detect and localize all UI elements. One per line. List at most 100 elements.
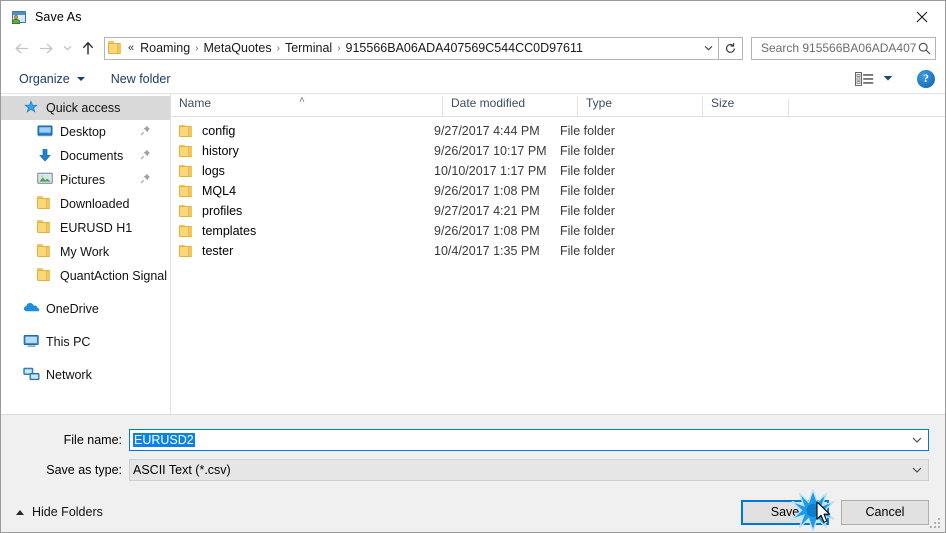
folder-icon — [179, 164, 194, 178]
sort-ascending-icon: ˄ — [299, 95, 305, 106]
sidebar-item-downloaded[interactable]: Downloaded — [1, 192, 170, 216]
address-bar[interactable]: « Roaming › MetaQuotes › Terminal › 9155… — [104, 36, 719, 60]
column-header-name[interactable]: ˄ Name — [171, 96, 442, 116]
pin-icon — [140, 125, 151, 139]
arrow-right-icon — [40, 43, 53, 53]
sidebar-item-this-pc[interactable]: This PC — [1, 330, 170, 354]
sidebar-item-documents[interactable]: Documents — [1, 144, 170, 168]
sidebar-item-label: This PC — [46, 335, 91, 349]
navigation-bar: « Roaming › MetaQuotes › Terminal › 9155… — [1, 32, 945, 64]
folder-icon — [179, 124, 194, 138]
sidebar-item-onedrive[interactable]: OneDrive — [1, 297, 170, 321]
table-row[interactable]: tester 10/4/2017 1:35 PM File folder — [171, 241, 945, 261]
help-button[interactable]: ? — [917, 69, 935, 88]
save-button[interactable]: Save — [741, 499, 829, 525]
organize-label: Organize — [19, 71, 70, 86]
search-box[interactable] — [751, 36, 936, 60]
sidebar-item-my-work[interactable]: My Work — [1, 240, 170, 264]
file-date-cell: 9/27/2017 4:44 PM — [434, 124, 540, 138]
desktop-icon — [37, 124, 54, 140]
chevron-down-icon — [912, 437, 922, 443]
dialog-body: Quick access Desktop Documents Pictures … — [1, 94, 945, 414]
folder-icon — [108, 41, 124, 55]
view-options-button[interactable] — [879, 67, 897, 91]
file-name-cell: profiles — [171, 204, 434, 218]
sidebar-item-desktop[interactable]: Desktop — [1, 120, 170, 144]
column-header-type-label: Type — [586, 96, 613, 110]
table-row[interactable]: logs 10/10/2017 1:17 PM File folder — [171, 161, 945, 181]
folder-icon — [37, 196, 54, 212]
column-header-date-modified[interactable]: Date modified — [442, 96, 577, 116]
table-row[interactable]: profiles 9/27/2017 4:21 PM File folder — [171, 201, 945, 221]
table-row[interactable]: templates 9/26/2017 1:08 PM File folder — [171, 221, 945, 241]
file-name-value-wrap: EURUSD2 — [130, 433, 906, 447]
sidebar-group-divider — [1, 354, 170, 363]
table-row[interactable]: history 9/26/2017 10:17 PM File folder — [171, 141, 945, 161]
save-as-type-select[interactable]: ASCII Text (*.csv) — [129, 459, 929, 481]
pin-icon — [140, 149, 151, 163]
file-date-cell: 9/26/2017 10:17 PM — [434, 144, 547, 158]
folder-icon — [179, 184, 194, 198]
file-name-dropdown-button[interactable] — [906, 437, 928, 443]
change-view-button[interactable] — [855, 71, 875, 87]
hide-folders-label: Hide Folders — [32, 505, 103, 519]
breadcrumb-item-3[interactable]: 915566BA06ADA407569C544CC0D97611 — [342, 40, 587, 56]
file-name-cell: tester — [171, 244, 434, 258]
sidebar-item-network[interactable]: Network — [1, 363, 170, 387]
folder-icon — [37, 268, 54, 284]
file-type-cell: File folder — [560, 164, 615, 178]
folder-icon — [37, 220, 54, 236]
refresh-button[interactable] — [719, 36, 743, 60]
file-type-cell: File folder — [560, 204, 615, 218]
sidebar-item-quantaction-signal[interactable]: QuantAction Signal — [1, 264, 170, 288]
table-row[interactable]: config 9/27/2017 4:44 PM File folder — [171, 121, 945, 141]
file-name-input[interactable]: EURUSD2 — [129, 429, 929, 451]
sidebar-item-pictures[interactable]: Pictures — [1, 168, 170, 192]
back-button[interactable] — [10, 36, 34, 60]
hide-folders-button[interactable]: Hide Folders — [11, 505, 103, 519]
file-rows: config 9/27/2017 4:44 PM File folder his… — [171, 117, 945, 414]
file-date-cell: 9/26/2017 1:08 PM — [434, 184, 540, 198]
column-header-type[interactable]: Type — [577, 96, 702, 116]
dialog-footer: Hide Folders Save Cancel — [1, 492, 945, 532]
sidebar-item-label: Quick access — [46, 101, 121, 115]
footer-buttons: Save Cancel — [741, 499, 929, 525]
breadcrumb-item-0[interactable]: Roaming — [136, 40, 194, 56]
file-type-cell: File folder — [560, 124, 615, 138]
new-folder-button[interactable]: New folder — [111, 72, 171, 86]
file-name-label: templates — [202, 224, 257, 238]
file-name-row: File name: EURUSD2 — [1, 427, 945, 453]
file-date-cell: 10/10/2017 1:17 PM — [434, 164, 547, 178]
column-header-size[interactable]: Size — [702, 96, 788, 116]
search-input[interactable] — [759, 40, 918, 56]
file-type-cell: File folder — [560, 224, 615, 238]
file-date-cell: 9/27/2017 4:21 PM — [434, 204, 540, 218]
close-button[interactable] — [899, 1, 945, 32]
sidebar-item-quick-access[interactable]: Quick access — [1, 96, 170, 120]
sidebar-item-eurusd-h1[interactable]: EURUSD H1 — [1, 216, 170, 240]
up-one-level-button[interactable] — [76, 36, 100, 60]
folder-icon — [179, 144, 194, 158]
table-row[interactable]: MQL4 9/26/2017 1:08 PM File folder — [171, 181, 945, 201]
cancel-button[interactable]: Cancel — [841, 499, 929, 525]
save-as-type-label: Save as type: — [46, 463, 122, 477]
folder-icon — [179, 204, 194, 218]
documents-download-icon — [37, 148, 54, 164]
recent-locations-button[interactable] — [58, 36, 76, 60]
file-name-label: tester — [202, 244, 234, 258]
organize-button[interactable]: Organize — [19, 72, 85, 86]
save-button-label: Save — [770, 505, 800, 519]
folder-icon — [179, 224, 194, 238]
sidebar-item-label: OneDrive — [46, 302, 99, 316]
file-name-label: config — [202, 124, 236, 138]
breadcrumb-item-2[interactable]: Terminal — [281, 40, 336, 56]
breadcrumb-overflow[interactable]: « — [127, 42, 136, 54]
resize-grip-icon[interactable] — [930, 518, 941, 529]
breadcrumb-item-1[interactable]: MetaQuotes — [200, 40, 276, 56]
save-as-type-dropdown-button[interactable] — [906, 467, 928, 473]
file-name-label: profiles — [202, 204, 243, 218]
address-dropdown-button[interactable] — [699, 38, 718, 59]
folder-icon — [179, 244, 194, 258]
onedrive-cloud-icon — [23, 301, 40, 317]
forward-button[interactable] — [34, 36, 58, 60]
